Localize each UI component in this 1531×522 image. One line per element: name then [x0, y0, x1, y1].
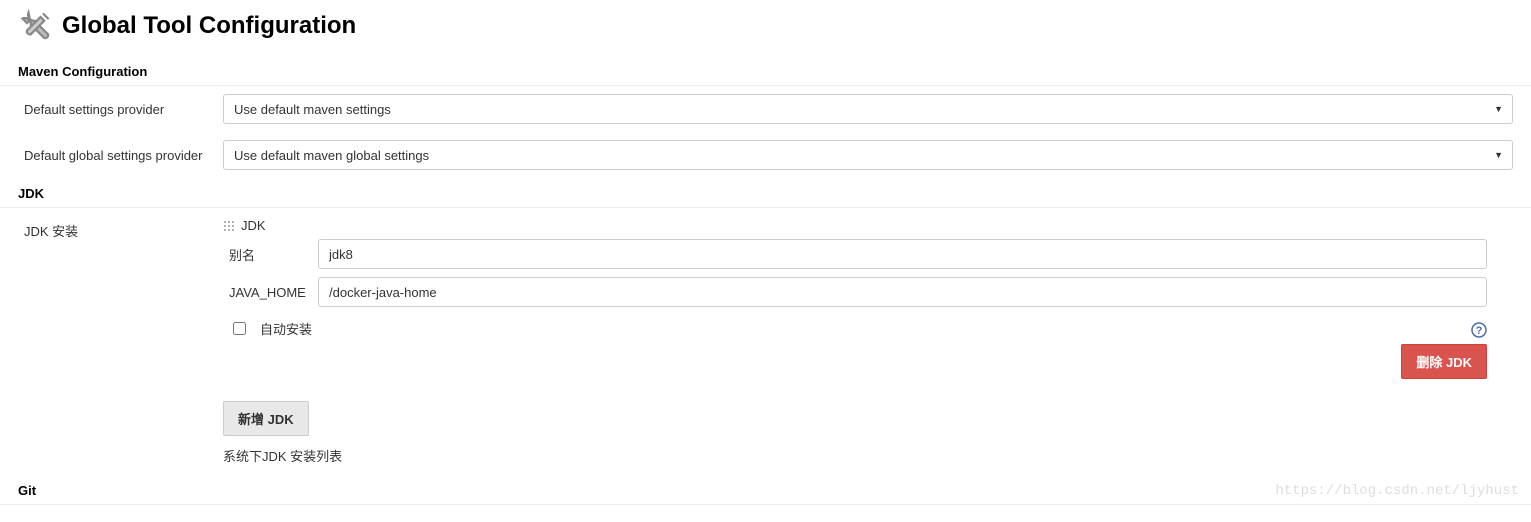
auto-install-checkbox[interactable]: [233, 322, 246, 335]
delete-jdk-button[interactable]: 删除 JDK: [1401, 344, 1487, 379]
svg-text:?: ?: [1476, 325, 1483, 337]
alias-label: 别名: [223, 245, 318, 264]
drag-handle-icon[interactable]: [223, 220, 235, 232]
default-settings-label: Default settings provider: [18, 102, 223, 117]
jdk-title: JDK: [241, 218, 266, 233]
default-settings-select[interactable]: Use default maven settings: [223, 94, 1513, 124]
auto-install-label: 自动安装: [260, 319, 312, 338]
default-global-settings-label: Default global settings provider: [18, 148, 223, 163]
page-title: Global Tool Configuration: [62, 12, 356, 40]
git-section-header: Git: [0, 475, 1531, 505]
jdk-section-header: JDK: [0, 178, 1531, 208]
alias-input[interactable]: [318, 239, 1487, 269]
java-home-label: JAVA_HOME: [223, 285, 318, 300]
maven-section-header: Maven Configuration: [0, 56, 1531, 86]
tools-icon: [18, 8, 54, 44]
jdk-install-list-desc: 系统下JDK 安装列表: [223, 446, 1513, 465]
jdk-install-label: JDK 安装: [18, 218, 223, 475]
add-jdk-button[interactable]: 新增 JDK: [223, 401, 309, 436]
help-icon[interactable]: ?: [1471, 322, 1487, 338]
default-global-settings-select[interactable]: Use default maven global settings: [223, 140, 1513, 170]
java-home-input[interactable]: [318, 277, 1487, 307]
